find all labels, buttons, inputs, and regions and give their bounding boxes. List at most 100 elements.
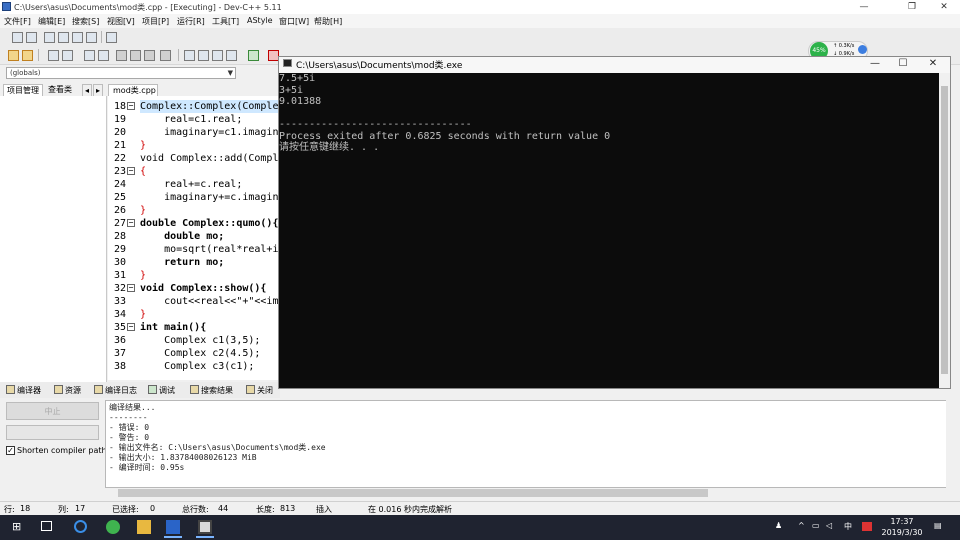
upload-speed-value: 0.3K/s [838, 43, 855, 49]
new-file-icon[interactable] [12, 32, 23, 43]
console-line: -------------------------------- [279, 119, 472, 130]
log-scrollbar-thumb[interactable] [118, 489, 708, 497]
people-icon[interactable]: ♟ [775, 521, 782, 530]
line-number: 36 [113, 335, 126, 346]
menu-tools[interactable]: 工具[T] [212, 16, 239, 27]
line-number: 37 [113, 348, 126, 359]
tab-search-results[interactable]: 搜索结果 [190, 385, 233, 396]
search-icon[interactable] [74, 520, 87, 533]
ide-window-title: C:\Users\asus\Documents\mod类.cpp - [Exec… [14, 3, 282, 12]
browser-taskbar-icon[interactable] [106, 520, 120, 534]
code-line: 36 Complex c1(3,5); [108, 334, 280, 347]
bookmark-icon[interactable] [98, 50, 109, 61]
fold-toggle-icon[interactable]: − [127, 219, 135, 227]
fold-toggle-icon[interactable]: − [127, 102, 135, 110]
status-row: 18 [20, 504, 31, 513]
menu-window[interactable]: 窗口[W] [279, 16, 309, 27]
network-icon[interactable]: ▭ [812, 521, 820, 530]
tray-expand-icon[interactable]: ^ [798, 521, 805, 530]
notification-center-icon[interactable]: ▤ [934, 521, 942, 530]
status-total: 44 [218, 504, 229, 513]
check-syntax-icon[interactable] [248, 50, 259, 61]
file-explorer-icon[interactable] [137, 520, 151, 534]
status-selected: 0 [150, 504, 156, 513]
compile-run-icon[interactable] [212, 50, 223, 61]
toolbar-separator [101, 31, 102, 43]
goto-line-icon[interactable] [84, 50, 95, 61]
console-minimize-button[interactable]: — [862, 56, 888, 72]
save-icon[interactable] [44, 32, 55, 43]
menu-edit[interactable]: 编辑[E] [38, 16, 65, 27]
tab-compiler[interactable]: 编译器 [6, 385, 41, 396]
open-file-icon[interactable] [26, 32, 37, 43]
taskbar-date[interactable]: 2019/3/30 [876, 528, 928, 537]
tab-compile-log[interactable]: 编译日志 [94, 385, 137, 396]
code-line: 30 return mo; [108, 256, 280, 269]
accelerate-icon[interactable] [858, 45, 867, 54]
code-line: 33 cout<<real<<"+"<<ima [108, 295, 280, 308]
console-line: 3+5i [279, 84, 304, 96]
console-taskbar-icon[interactable] [198, 520, 212, 534]
status-col-label: 列: [58, 505, 69, 514]
menu-run[interactable]: 运行[R] [177, 16, 205, 27]
globals-dropdown[interactable]: (globals) ▼ [6, 67, 236, 79]
close-file-icon[interactable] [72, 32, 83, 43]
fold-toggle-icon[interactable]: − [127, 167, 135, 175]
code-text: mo=sqrt(real*real+im [140, 244, 280, 255]
save-all-icon[interactable] [58, 32, 69, 43]
fold-toggle-icon[interactable]: − [127, 323, 135, 331]
line-number: 19 [113, 114, 126, 125]
redo-icon[interactable] [22, 50, 33, 61]
console-close-button[interactable]: ✕ [920, 56, 946, 72]
shorten-paths-checkbox[interactable]: ✓ [6, 446, 15, 455]
line-number: 30 [113, 257, 126, 268]
indent-icon[interactable] [116, 50, 127, 61]
toggle-comment-icon[interactable] [144, 50, 155, 61]
unindent-icon[interactable] [130, 50, 141, 61]
console-output[interactable]: 7.5+5i 3+5i 9.01388 --------------------… [279, 73, 939, 388]
code-editor[interactable]: 18− Complex::Complex(Complex 19 real=c1.r… [108, 96, 280, 380]
minimize-button[interactable]: — [850, 0, 878, 14]
fold-toggle-icon[interactable]: − [127, 284, 135, 292]
replace-icon[interactable] [62, 50, 73, 61]
status-length: 813 [280, 504, 296, 513]
code-line: 23−{ [108, 165, 280, 178]
undo-icon[interactable] [8, 50, 19, 61]
menu-search[interactable]: 搜索[S] [72, 16, 99, 27]
status-col: 17 [75, 504, 86, 513]
rebuild-icon[interactable] [226, 50, 237, 61]
compile-log-output[interactable]: 编译结果... -------- - 错误: 0 - 警告: 0 - 输出文件名… [105, 400, 955, 488]
devcpp-taskbar-icon[interactable] [166, 520, 180, 534]
compile-icon[interactable] [184, 50, 195, 61]
stop-compile-button[interactable]: 中止 [6, 402, 99, 420]
maximize-button[interactable]: ❐ [898, 0, 926, 14]
ime-indicator[interactable]: 中 [844, 521, 852, 532]
search-results-icon [190, 385, 199, 394]
tab-resources[interactable]: 资源 [54, 385, 81, 396]
sogou-input-icon[interactable] [862, 522, 872, 531]
log-vertical-scrollbar[interactable] [946, 400, 956, 488]
console-scrollbar-thumb[interactable] [941, 86, 948, 374]
menu-file[interactable]: 文件[F] [4, 16, 31, 27]
menu-astyle[interactable]: AStyle [247, 16, 273, 25]
taskbar-time[interactable]: 17:37 [880, 517, 924, 526]
close-button[interactable]: ✕ [930, 0, 958, 14]
tab-class-browser[interactable]: 查看类 [45, 84, 75, 96]
volume-icon[interactable]: ◁ [826, 521, 832, 530]
menu-help[interactable]: 帮助[H] [314, 16, 342, 27]
close-all-icon[interactable] [86, 32, 97, 43]
windows-start-icon[interactable]: ⊞ [12, 521, 21, 533]
print-icon[interactable] [106, 32, 117, 43]
tab-close[interactable]: 关闭 [246, 385, 273, 396]
fullscreen-icon[interactable] [160, 50, 171, 61]
menu-project[interactable]: 项目[P] [142, 16, 169, 27]
find-icon[interactable] [48, 50, 59, 61]
menu-view[interactable]: 视图[V] [107, 16, 135, 27]
tab-label: 编译器 [17, 386, 41, 395]
task-view-icon[interactable] [41, 521, 52, 531]
console-maximize-button[interactable]: ☐ [890, 56, 916, 72]
editor-file-tab[interactable]: mod类.cpp [108, 84, 158, 96]
code-text: cout<<real<<"+"<<ima [140, 296, 280, 307]
tab-debug[interactable]: 调试 [148, 385, 175, 396]
run-icon[interactable] [198, 50, 209, 61]
